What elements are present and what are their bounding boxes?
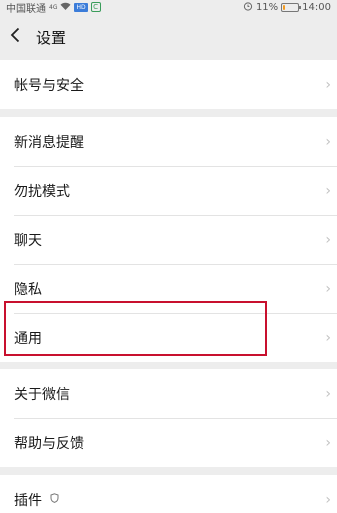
shield-icon <box>50 493 59 506</box>
status-bar: 中国联通 4G HD C 11% 14:00 <box>0 0 337 15</box>
page-title: 设置 <box>36 28 67 47</box>
chevron-right-icon: › <box>325 76 331 93</box>
settings-item-do-not-disturb[interactable]: 勿扰模式 › <box>0 166 337 215</box>
settings-item-label: 通用 <box>14 330 42 347</box>
chevron-right-icon: › <box>325 329 331 346</box>
back-arrow-icon[interactable] <box>10 27 28 47</box>
settings-item-help-feedback[interactable]: 帮助与反馈 › <box>0 418 337 467</box>
chevron-right-icon: › <box>325 231 331 248</box>
alarm-icon <box>243 1 253 14</box>
settings-item-chat[interactable]: 聊天 › <box>0 215 337 264</box>
settings-group-about: 关于微信 › 帮助与反馈 › <box>0 369 337 467</box>
chevron-right-icon: › <box>325 133 331 150</box>
nav-bar: 设置 <box>0 14 337 60</box>
chevron-right-icon: › <box>325 280 331 297</box>
status-right: 11% 14:00 <box>243 1 331 14</box>
settings-item-plugins[interactable]: 插件 › <box>0 475 337 513</box>
chevron-right-icon: › <box>325 434 331 451</box>
settings-item-about-wechat[interactable]: 关于微信 › <box>0 369 337 418</box>
settings-group-account: 帐号与安全 › <box>0 60 337 109</box>
chevron-right-icon: › <box>325 491 331 508</box>
settings-group-main: 新消息提醒 › 勿扰模式 › 聊天 › 隐私 › 通用 › <box>0 117 337 362</box>
settings-item-label: 插件 <box>14 492 42 509</box>
settings-item-label: 新消息提醒 <box>14 134 84 151</box>
battery-level <box>283 4 285 10</box>
settings-item-general[interactable]: 通用 › <box>0 313 337 362</box>
hd-badge-icon: HD <box>74 2 88 12</box>
status-left: 中国联通 4G HD C <box>6 0 101 15</box>
signal-icon: 4G <box>49 3 58 11</box>
clock: 14:00 <box>302 1 331 13</box>
settings-item-label: 帮助与反馈 <box>14 435 84 452</box>
settings-item-label: 关于微信 <box>14 386 70 403</box>
settings-item-notifications[interactable]: 新消息提醒 › <box>0 117 337 166</box>
chevron-right-icon: › <box>325 182 331 199</box>
app-notification-icon: C <box>90 2 101 12</box>
settings-item-privacy[interactable]: 隐私 › <box>0 264 337 313</box>
settings-item-label: 勿扰模式 <box>14 183 70 200</box>
settings-item-account-security[interactable]: 帐号与安全 › <box>0 60 337 109</box>
settings-group-plugins: 插件 › <box>0 475 337 513</box>
settings-item-label: 隐私 <box>14 281 42 298</box>
settings-item-label: 帐号与安全 <box>14 77 84 94</box>
carrier-label: 中国联通 <box>6 3 46 15</box>
wifi-icon <box>60 2 71 13</box>
battery-percent: 11% <box>255 1 279 13</box>
chevron-right-icon: › <box>325 385 331 402</box>
battery-icon <box>281 2 302 12</box>
settings-item-label: 聊天 <box>14 232 42 249</box>
